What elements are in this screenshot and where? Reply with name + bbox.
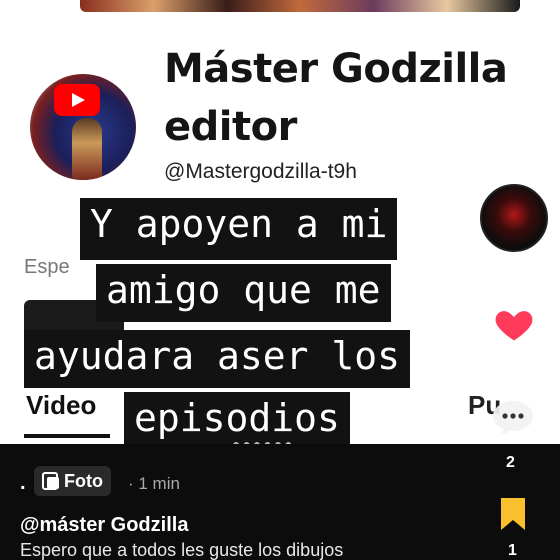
post-author[interactable]: @máster Godzilla [20,514,188,537]
channel-name-line1: Máster Godzilla [164,46,508,92]
like-heart-icon[interactable] [492,302,536,346]
save-count: 1 [508,542,517,559]
comment-icon[interactable] [490,398,536,438]
creator-avatar[interactable] [480,184,548,252]
active-tab-indicator [24,434,110,438]
caption-line-2: amigo que me [96,264,391,322]
post-time: · 1 min [128,474,180,493]
post-type-chip: Foto [34,466,111,496]
tab-videos[interactable]: Video [26,390,96,421]
channel-handle: @Mastergodzilla-t9h [164,160,357,183]
channel-name: Máster Godzilla editor [164,40,544,156]
bookmark-icon[interactable] [497,496,529,532]
comment-count: 2 [506,454,515,471]
caption-line-1: Y apoyen a mi [80,198,398,260]
post-description: Espero que a todos les guste los dibujos [20,540,344,560]
avatar-figure [72,118,102,180]
like-count: 1 [508,356,516,372]
post-bullet: . [20,472,26,494]
post-type-label: Foto [64,470,103,491]
channel-name-line2: editor [164,104,297,150]
bio-preview: Espe [24,256,70,278]
photo-icon [42,472,59,490]
profile-banner [80,0,520,12]
youtube-logo-icon [54,84,100,116]
profile-avatar[interactable] [30,74,136,180]
caption-line-3: ayudara aser los [24,330,411,388]
